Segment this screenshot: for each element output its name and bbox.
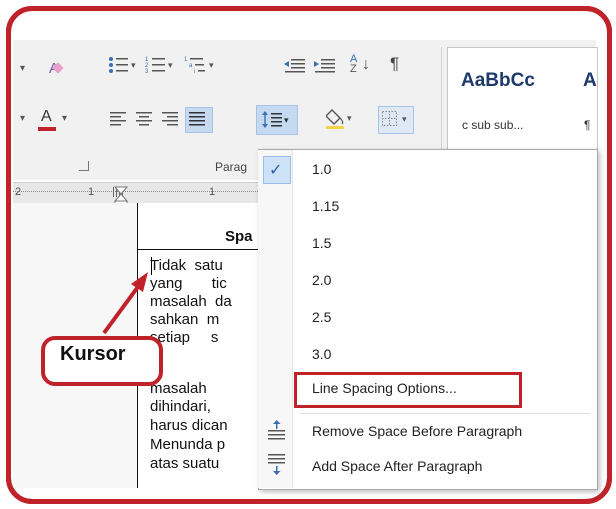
callout-arrow: [102, 272, 148, 335]
kursor-label: Kursor: [60, 343, 126, 365]
